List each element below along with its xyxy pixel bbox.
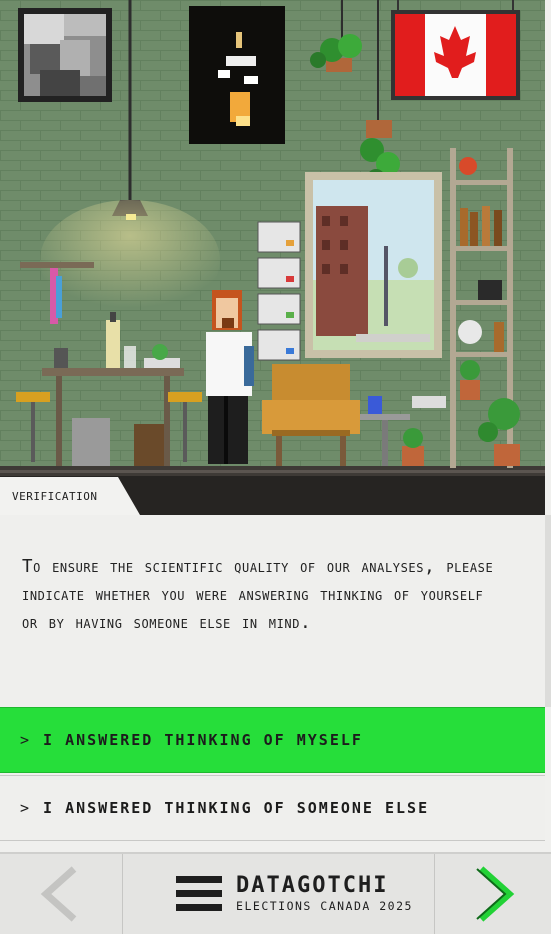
answer-option-myself[interactable]: > I answered thinking of myself [0, 707, 545, 773]
answer-label: I answered thinking of myself [43, 731, 363, 749]
section-tag: Verification [0, 477, 140, 515]
room-illustration [0, 0, 545, 515]
next-button[interactable] [436, 854, 551, 934]
chevron-right-small-icon: > [20, 799, 32, 817]
answer-option-someone-else[interactable]: > I answered thinking of someone else [0, 775, 545, 841]
chevron-right-icon [475, 866, 514, 922]
app-title: Datagotchi [236, 873, 389, 898]
game-scene: Verification [0, 0, 545, 515]
app-subtitle: Elections Canada 2025 [236, 899, 413, 913]
fireworks-poster [189, 6, 285, 144]
brand-text: Datagotchi Elections Canada 2025 [236, 874, 413, 914]
answer-label: I answered thinking of someone else [43, 799, 430, 817]
question-panel: To ensure the scientific quality of our … [0, 515, 551, 707]
previous-button[interactable] [0, 854, 123, 934]
canada-flag [391, 0, 520, 100]
chevron-right-small-icon: > [20, 731, 32, 749]
app-brand[interactable]: Datagotchi Elections Canada 2025 [123, 854, 435, 934]
window [305, 172, 442, 358]
chevron-left-icon [40, 866, 77, 922]
hamburger-menu-icon [176, 876, 223, 911]
question-text: To ensure the scientific quality of our … [22, 557, 494, 633]
bottom-navigation-bar: Datagotchi Elections Canada 2025 [0, 852, 551, 934]
pixel-art-painting [18, 8, 112, 102]
